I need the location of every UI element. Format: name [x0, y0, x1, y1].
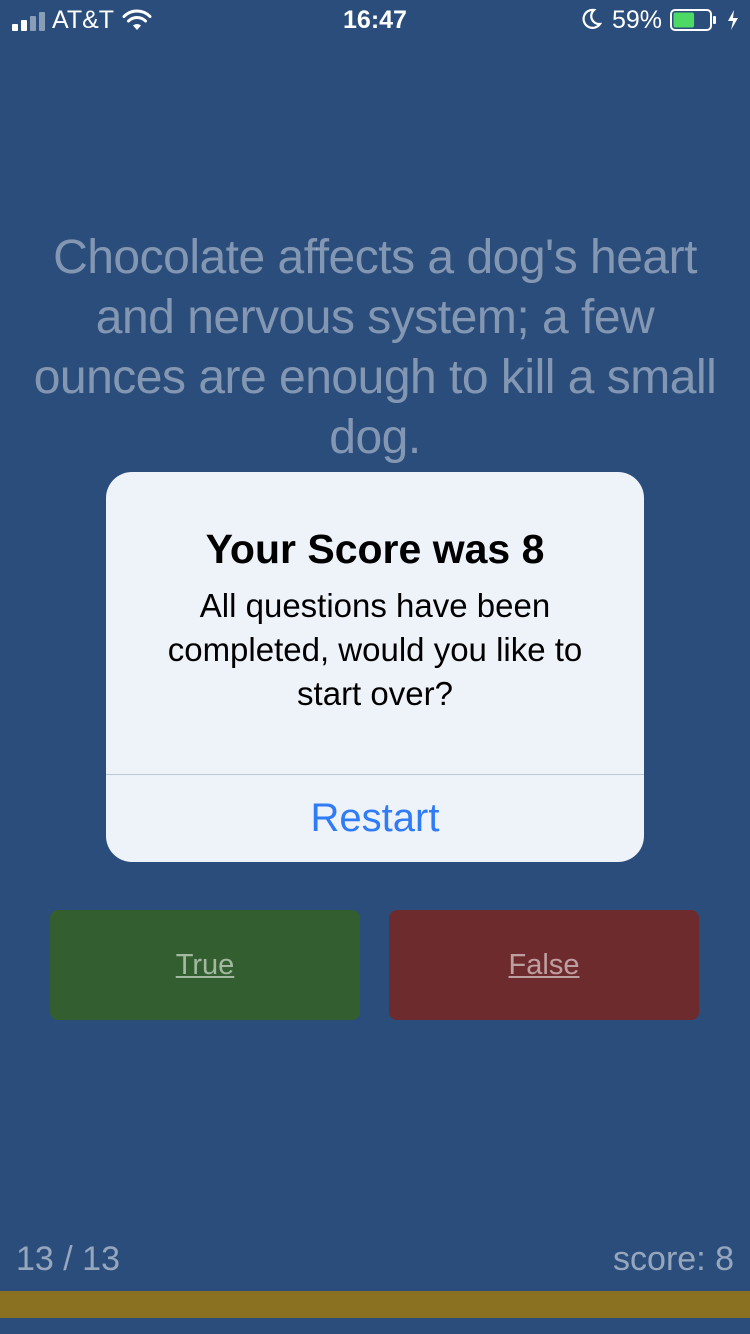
alert-content: Your Score was 8 All questions have been…: [106, 472, 644, 716]
restart-button-label: Restart: [310, 796, 440, 840]
alert-message: All questions have been completed, would…: [167, 587, 583, 712]
alert-title: Your Score was 8: [205, 526, 545, 572]
quiz-screen: AT&T 16:47 59% Chocolate affects a dog's…: [0, 0, 750, 1334]
score-alert-dialog: Your Score was 8 All questions have been…: [106, 472, 644, 862]
restart-button[interactable]: Restart: [106, 775, 644, 862]
